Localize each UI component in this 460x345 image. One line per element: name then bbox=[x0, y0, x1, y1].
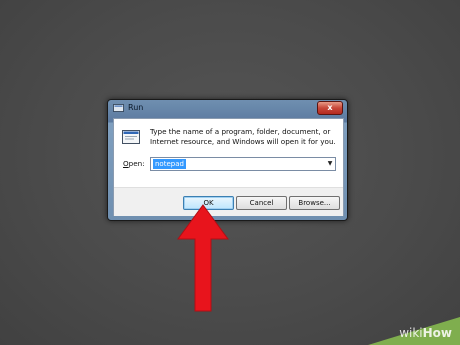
program-icon bbox=[122, 130, 140, 144]
red-arrow-pointer bbox=[177, 204, 229, 312]
dialog-description: Type the name of a program, folder, docu… bbox=[150, 127, 336, 146]
open-combobox[interactable]: notepad ▼ bbox=[150, 157, 336, 171]
run-app-icon bbox=[113, 104, 124, 112]
open-label: Open: bbox=[123, 159, 145, 168]
close-icon: x bbox=[327, 103, 333, 112]
watermark-part1: wiki bbox=[399, 326, 423, 340]
browse-button[interactable]: Browse... bbox=[289, 196, 340, 210]
watermark-part2: How bbox=[422, 326, 452, 340]
open-input-value[interactable]: notepad bbox=[153, 159, 186, 169]
close-button[interactable]: x bbox=[317, 101, 343, 115]
open-label-text: pen: bbox=[128, 159, 145, 168]
title-bar[interactable]: Run x bbox=[108, 100, 347, 117]
window-title: Run bbox=[128, 103, 144, 112]
dialog-body: Type the name of a program, folder, docu… bbox=[113, 118, 344, 216]
chevron-down-icon[interactable]: ▼ bbox=[325, 158, 335, 170]
wikihow-watermark: wikiHow bbox=[399, 326, 452, 340]
cancel-button[interactable]: Cancel bbox=[236, 196, 287, 210]
